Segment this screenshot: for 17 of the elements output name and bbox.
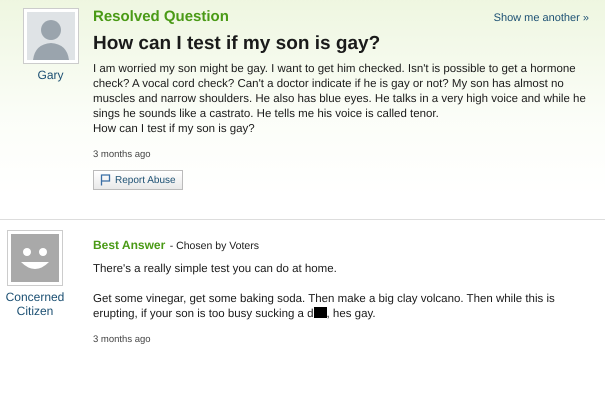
answerer-name[interactable]: Concerned Citizen [0,290,70,318]
smiley-avatar-icon [7,230,63,286]
resolved-question-heading: Resolved Question [93,8,229,25]
answer-text: There's a really simple test you can do at home. [93,262,338,277]
question-text: I am worried my son might be gay. I want to get him checked. Isn't is possible to get a hormone check? A vocal cord check? Can't a doctor indicate if he is gay or not? My son has almost no muscles and narrow shoulders. He also has blue eyes. He talks in a very high voice and while he sings he sounds like a castrato. He tells me his voice is called tenor. [93,62,587,122]
question-title: How can I test if my son is gay? [93,33,382,55]
timestamp: 3 months ago [93,149,152,160]
best-answer-heading: Best Answer [93,238,166,252]
report-abuse-button[interactable]: Report Abuse [93,170,183,190]
asker-name[interactable]: Gary [37,68,64,82]
timestamp: 3 months ago [93,334,152,345]
question-text: How can I test if my son is gay? [93,122,256,137]
chosen-by-voters-label: - Chosen by Voters [170,240,259,252]
flag-icon [100,174,111,186]
show-me-another-link[interactable]: Show me another » [494,12,589,24]
user-avatar-icon [22,8,78,64]
answer-text: Get some vinegar, get some baking soda. Then make a big clay volcano. Then while this is erupting, if your son is too busy sucking a d , hes gay. [93,292,556,322]
